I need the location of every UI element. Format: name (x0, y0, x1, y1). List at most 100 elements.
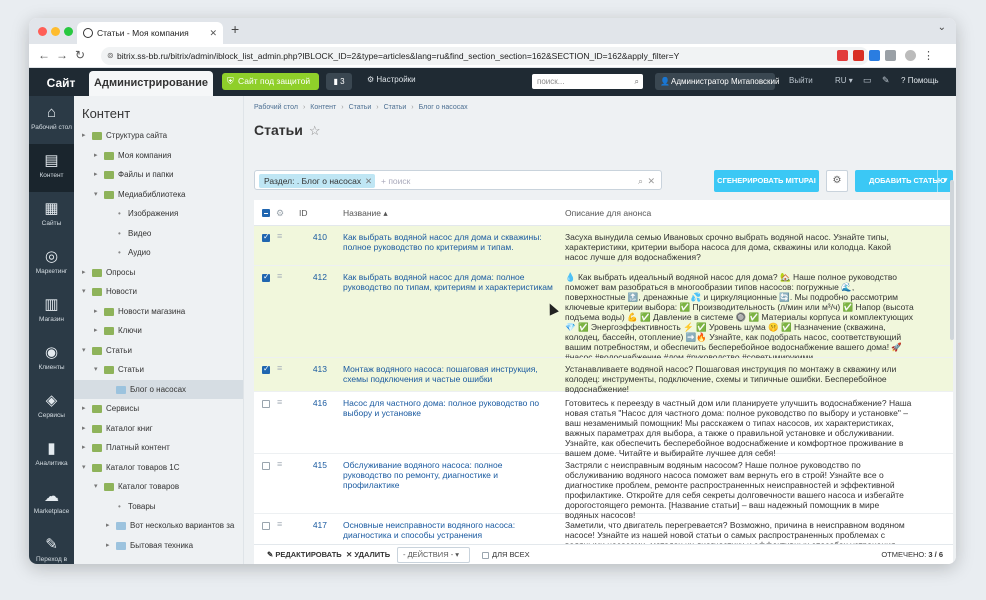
chevron-down-icon[interactable]: ▾ (82, 341, 86, 361)
notifications-button[interactable]: ▮ 3 (326, 73, 352, 90)
delete-button[interactable]: ✕ УДАЛИТЬ (346, 545, 390, 564)
logout-link[interactable]: Выйти (789, 76, 813, 85)
rail-item[interactable]: ▮ Аналитика (29, 432, 74, 480)
tree-item[interactable]: ▾ Каталог товаров 1С (74, 458, 243, 478)
row-checkbox[interactable] (262, 272, 270, 282)
close-icon[interactable]: ✕ (365, 174, 372, 188)
extension-icon[interactable] (869, 50, 880, 61)
row-menu-icon[interactable]: ≡ (277, 519, 282, 529)
chevron-right-icon[interactable]: ▸ (106, 536, 110, 556)
row-checkbox[interactable] (262, 522, 270, 530)
gmail-icon[interactable] (853, 50, 864, 61)
maximize-window-button[interactable] (64, 27, 73, 36)
chevron-down-icon[interactable]: ▾ (94, 477, 98, 497)
row-title-link[interactable]: Насос для частного дома: полное руководс… (343, 398, 553, 418)
tree-item[interactable]: ▸ Вот несколько вариантов за (74, 516, 243, 536)
chevron-right-icon[interactable]: ▸ (82, 399, 86, 419)
tree-item[interactable]: ▸ Структура сайта (74, 126, 243, 146)
header-search-input[interactable]: поиск... ⌕ (532, 74, 643, 89)
desktop-icon[interactable]: ▭ (863, 75, 872, 86)
column-description[interactable]: Описание для анонса (565, 200, 651, 226)
table-row[interactable]: ≡ 410 Как выбрать водяной насос для дома и… (254, 226, 953, 266)
select-all-checkbox[interactable] (262, 209, 270, 217)
chevron-right-icon[interactable]: ▸ (94, 146, 98, 166)
extension-icon[interactable] (837, 50, 848, 61)
tree-item[interactable]: ▸ Платный контент (74, 438, 243, 458)
admin-tab[interactable]: Администрирование (89, 71, 213, 96)
chevron-down-icon[interactable]: ▾ (94, 185, 98, 205)
rail-item[interactable]: ◈ Сервисы (29, 384, 74, 432)
row-menu-icon[interactable]: ≡ (277, 459, 282, 469)
table-row[interactable]: ≡ 417 Основные неисправности водяного насо… (254, 514, 953, 544)
close-window-button[interactable] (38, 27, 47, 36)
row-title-link[interactable]: Основные неисправности водяного насоса: … (343, 520, 553, 540)
rail-item[interactable]: ◎ Маркетинг (29, 240, 74, 288)
chevron-right-icon[interactable]: ▸ (82, 263, 86, 283)
tree-item[interactable]: ▾ Медиабиблиотека (74, 185, 243, 205)
row-title-link[interactable]: Монтаж водяного насоса: пошаговая инстру… (343, 364, 553, 384)
help-link[interactable]: ? Помощь (901, 76, 939, 85)
user-menu[interactable]: 👤 Администратор Митаповский (655, 73, 779, 90)
language-switch[interactable]: RU ▾ (835, 76, 853, 85)
site-protected-button[interactable]: ⛨ Сайт под защитой (222, 73, 319, 90)
site-info-icon[interactable]: ⊚ (107, 47, 114, 65)
tree-item[interactable]: • Товары (74, 497, 243, 517)
breadcrumb-item[interactable]: Контент (310, 104, 336, 111)
tree-item[interactable]: ▸ Файлы и папки (74, 165, 243, 185)
table-row[interactable]: ≡ 412 Как выбрать водяной насос для дома: … (254, 266, 953, 362)
edit-button[interactable]: ✎ РЕДАКТИРОВАТЬ (267, 545, 342, 564)
chevron-down-icon[interactable]: ▾ (94, 360, 98, 380)
minimize-window-button[interactable] (51, 27, 60, 36)
tree-item[interactable]: • Видео (74, 224, 243, 244)
browser-tab[interactable]: Статьи - Моя компания ✕ (77, 22, 223, 44)
puzzle-icon[interactable] (885, 50, 896, 61)
column-name[interactable]: Название ▴ (343, 200, 388, 226)
tree-item[interactable]: • Изображения (74, 204, 243, 224)
tree-item[interactable]: Блог о насосах (74, 379, 243, 399)
tree-item[interactable]: • Аудио (74, 243, 243, 263)
chevron-down-icon[interactable]: ▾ (82, 282, 86, 302)
close-tab-icon[interactable]: ✕ (209, 22, 217, 44)
settings-link[interactable]: ⚙ Настройки (367, 75, 416, 84)
column-id[interactable]: ID (299, 200, 308, 226)
chevron-down-icon[interactable]: ▾ (82, 458, 86, 478)
kebab-menu-icon[interactable]: ⋮ (923, 49, 934, 62)
chevron-right-icon[interactable]: ▸ (106, 516, 110, 536)
table-row[interactable]: ≡ 416 Насос для частного дома: полное руко… (254, 392, 953, 458)
address-bar[interactable]: ⊚ bitrix.ss-bb.ru/bitrix/admin/iblock_li… (101, 47, 869, 65)
avatar[interactable] (905, 50, 916, 61)
chevron-right-icon[interactable]: ▸ (94, 302, 98, 322)
row-checkbox[interactable] (262, 400, 270, 408)
tree-item[interactable]: ▸ Сервисы (74, 399, 243, 419)
back-icon[interactable]: ← (38, 48, 50, 62)
chevron-right-icon[interactable]: ▸ (94, 321, 98, 341)
row-checkbox[interactable] (262, 232, 270, 242)
row-checkbox[interactable] (262, 364, 270, 374)
row-checkbox[interactable] (262, 462, 270, 470)
row-menu-icon[interactable]: ≡ (277, 363, 282, 373)
tree-item[interactable]: ▾ Статьи (74, 341, 243, 361)
rail-item[interactable]: ☁ Marketplace (29, 480, 74, 528)
row-title-link[interactable]: Как выбрать водяной насос для дома: полн… (343, 272, 553, 292)
tree-item[interactable]: ▾ Новости (74, 282, 243, 302)
tree-item[interactable]: ▸ Опросы (74, 263, 243, 283)
row-menu-icon[interactable]: ≡ (277, 397, 282, 407)
rail-item[interactable]: ▤ Контент (29, 144, 74, 192)
breadcrumb-item[interactable]: Рабочий стол (254, 104, 298, 111)
rail-item[interactable]: ◉ Клиенты (29, 336, 74, 384)
tree-item[interactable]: ▸ Ключи (74, 321, 243, 341)
tree-item[interactable]: ▸ Новости магазина (74, 302, 243, 322)
breadcrumb-item[interactable]: Статьи (384, 104, 407, 111)
filter-chip[interactable]: Раздел: . Блог о насосах ✕ (259, 174, 376, 188)
site-tab[interactable]: Сайт (37, 71, 85, 96)
tree-item[interactable]: ▸ Моя компания (74, 146, 243, 166)
search-icon[interactable]: ⌕ (638, 171, 643, 191)
row-menu-icon[interactable]: ≡ (277, 271, 282, 281)
chevron-right-icon[interactable]: ▸ (82, 419, 86, 439)
apply-to-all[interactable]: ДЛЯ ВСЕХ (482, 545, 530, 564)
clear-icon[interactable]: ✕ (647, 171, 655, 191)
apply-to-all-checkbox[interactable] (482, 551, 489, 559)
tree-item[interactable]: ▸ Бытовая техника (74, 536, 243, 556)
scrollbar[interactable] (950, 180, 954, 340)
rail-item[interactable]: ▥ Магазин (29, 288, 74, 336)
